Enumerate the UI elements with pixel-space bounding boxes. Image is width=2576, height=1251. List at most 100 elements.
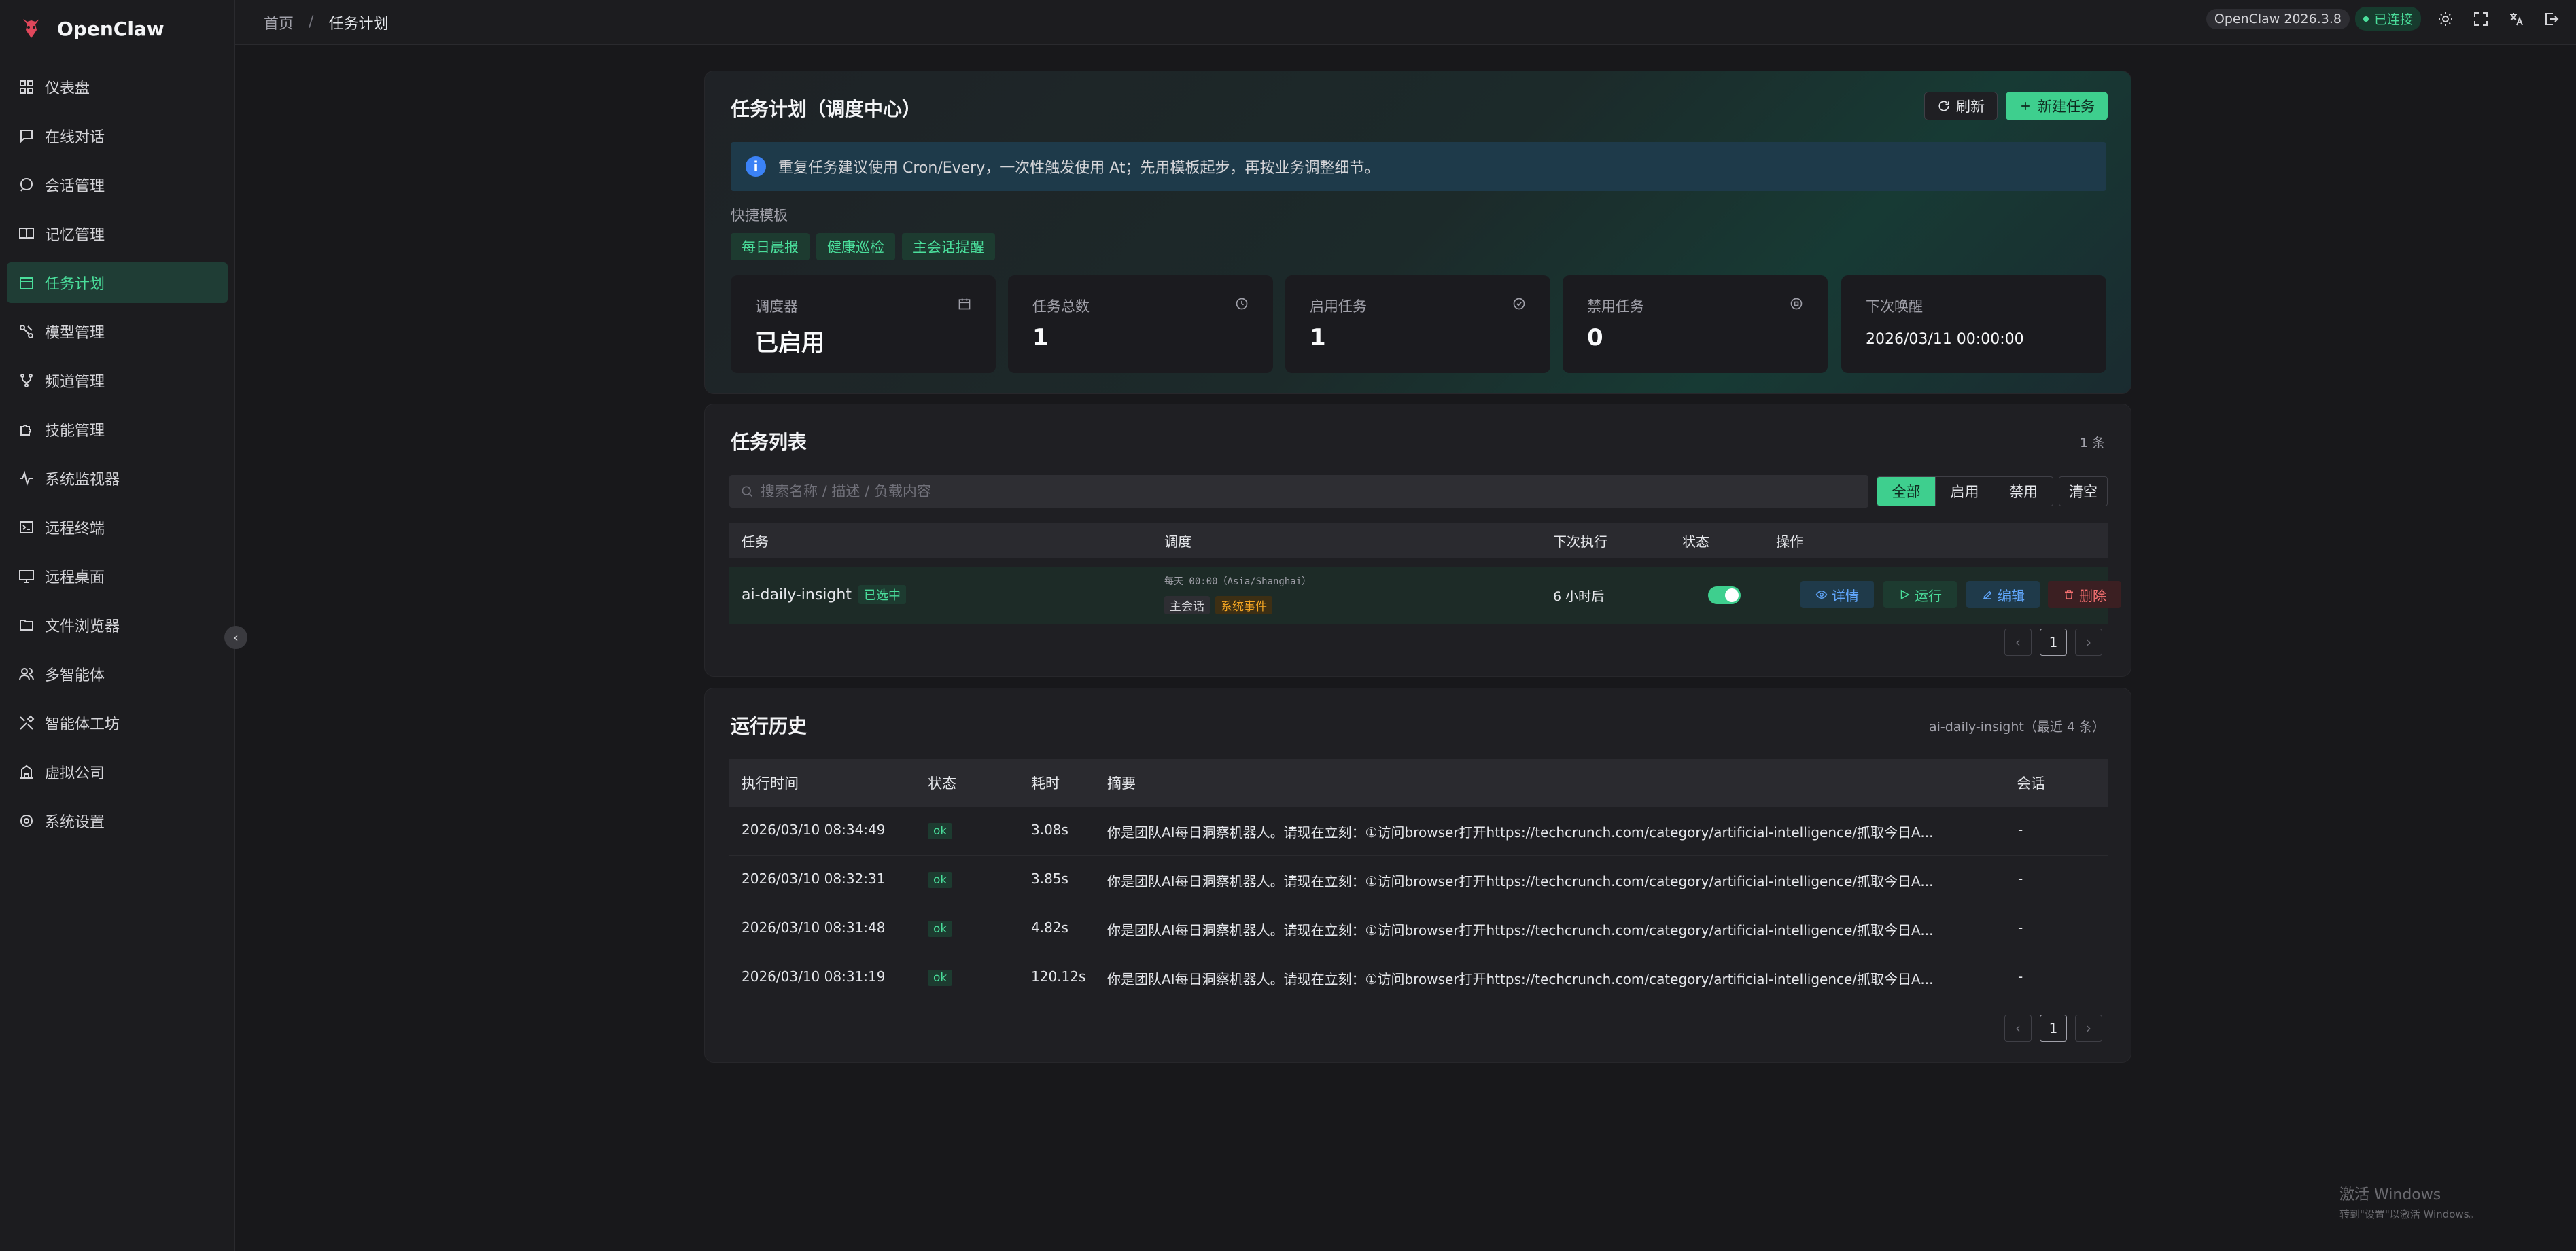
filter-all[interactable]: 全部 bbox=[1877, 477, 1936, 506]
refresh-icon bbox=[1938, 101, 1949, 111]
sidebar-item-channels[interactable]: 频道管理 bbox=[7, 360, 228, 401]
breadcrumb-home[interactable]: 首页 bbox=[264, 12, 294, 33]
stat-scheduler: 调度器 已启用 bbox=[731, 275, 996, 373]
sidebar-item-multi-agent[interactable]: 多智能体 bbox=[7, 654, 228, 694]
brand[interactable]: OpenClaw bbox=[0, 0, 234, 57]
sidebar-item-label: 智能体工坊 bbox=[45, 716, 120, 733]
translate-icon[interactable] bbox=[2505, 8, 2527, 30]
table-row[interactable]: 2026/03/10 08:31:48 ok 4.82s 你是团队AI每日洞察机… bbox=[729, 904, 2108, 953]
stat-value: 已启用 bbox=[755, 330, 824, 357]
run-button[interactable]: 运行 bbox=[1883, 581, 1957, 608]
sidebar-item-label: 频道管理 bbox=[45, 374, 105, 391]
column-task: 任务 bbox=[742, 533, 769, 550]
edit-button[interactable]: 编辑 bbox=[1966, 581, 2040, 608]
search-input[interactable] bbox=[761, 483, 1848, 499]
page-number[interactable]: 1 bbox=[2040, 629, 2067, 656]
clock-icon bbox=[1235, 297, 1249, 311]
chat-icon bbox=[18, 127, 35, 145]
status-filter: 全部 启用 禁用 bbox=[1877, 476, 2053, 506]
logout-icon[interactable] bbox=[2541, 8, 2562, 30]
monitor-icon bbox=[18, 567, 35, 585]
sidebar-item-memory[interactable]: 记忆管理 bbox=[7, 213, 228, 254]
sun-icon[interactable] bbox=[2435, 8, 2456, 30]
book-icon bbox=[18, 225, 35, 243]
watermark-line1: 激活 Windows bbox=[2339, 1186, 2441, 1203]
plus-icon bbox=[2021, 102, 2030, 110]
exec-time: 2026/03/10 08:31:19 bbox=[742, 968, 886, 985]
sidebar-item-chat[interactable]: 在线对话 bbox=[7, 116, 228, 156]
duration: 4.82s bbox=[1031, 919, 1068, 936]
filter-enabled[interactable]: 启用 bbox=[1936, 477, 1994, 506]
stat-value: 1 bbox=[1310, 324, 1326, 351]
sidebar-item-files[interactable]: 文件浏览器 bbox=[7, 605, 228, 646]
watermark-line2: 转到"设置"以激活 Windows。 bbox=[2339, 1208, 2479, 1220]
table-row[interactable]: 2026/03/10 08:34:49 ok 3.08s 你是团队AI每日洞察机… bbox=[729, 807, 2108, 856]
template-main-session-reminder[interactable]: 主会话提醒 bbox=[902, 233, 995, 260]
sidebar-item-tasks[interactable]: 任务计划 bbox=[7, 262, 228, 303]
sidebar-item-models[interactable]: 模型管理 bbox=[7, 311, 228, 352]
clear-button[interactable]: 清空 bbox=[2059, 476, 2108, 506]
prev-page-button[interactable]: ‹ bbox=[2004, 1015, 2032, 1042]
task-name-cell: ai-daily-insight 已选中 bbox=[742, 585, 906, 604]
table-row[interactable]: 2026/03/10 08:31:19 ok 120.12s 你是团队AI每日洞… bbox=[729, 953, 2108, 1002]
sidebar-collapse-button[interactable]: ‹ bbox=[224, 626, 247, 649]
column-next-run: 下次执行 bbox=[1553, 533, 1607, 550]
column-session: 会话 bbox=[2017, 775, 2045, 792]
details-button[interactable]: 详情 bbox=[1800, 581, 1874, 608]
breadcrumb-separator: / bbox=[309, 14, 314, 31]
column-status: 状态 bbox=[928, 775, 956, 792]
status-ok: ok bbox=[928, 823, 953, 839]
gear-icon bbox=[18, 812, 35, 830]
sidebar-item-agent-workshop[interactable]: 智能体工坊 bbox=[7, 703, 228, 743]
main-session-tag: 主会话 bbox=[1164, 596, 1210, 614]
sidebar-item-dashboard[interactable]: 仪表盘 bbox=[7, 67, 228, 107]
enabled-toggle[interactable] bbox=[1708, 586, 1741, 604]
search-field[interactable] bbox=[729, 475, 1868, 508]
filter-disabled[interactable]: 禁用 bbox=[1994, 477, 2053, 506]
edit-label: 编辑 bbox=[1998, 587, 2025, 604]
stat-value: 0 bbox=[1587, 324, 1603, 351]
app-name: OpenClaw bbox=[57, 17, 164, 40]
stop-circle-icon bbox=[1790, 297, 1803, 311]
openclaw-logo-icon bbox=[23, 19, 39, 38]
sidebar-item-virtual-company[interactable]: 虚拟公司 bbox=[7, 752, 228, 792]
trash-icon bbox=[2065, 590, 2073, 599]
column-exec-time: 执行时间 bbox=[742, 775, 799, 792]
page-number[interactable]: 1 bbox=[2040, 1015, 2067, 1042]
template-daily-report[interactable]: 每日晨报 bbox=[731, 233, 810, 260]
task-list-card: 任务列表 1 条 全部 启用 禁用 清空 任务 调度 下次执行 状态 操作 ai… bbox=[704, 404, 2131, 677]
session: - bbox=[2018, 968, 2023, 985]
new-task-button[interactable]: 新建任务 bbox=[2006, 92, 2108, 120]
status-ok: ok bbox=[928, 872, 953, 888]
refresh-button[interactable]: 刷新 bbox=[1924, 92, 1998, 120]
windows-activation-watermark: 激活 Windows 转到"设置"以激活 Windows。 bbox=[2339, 1182, 2479, 1221]
template-health-check[interactable]: 健康巡检 bbox=[816, 233, 895, 260]
eye-icon bbox=[1815, 590, 1828, 599]
status-dot-icon bbox=[2363, 16, 2369, 22]
table-row[interactable]: 2026/03/10 08:32:31 ok 3.85s 你是团队AI每日洞察机… bbox=[729, 856, 2108, 904]
column-summary: 摘要 bbox=[1107, 775, 1136, 792]
sidebar-item-settings[interactable]: 系统设置 bbox=[7, 800, 228, 841]
breadcrumb: 首页 / 任务计划 bbox=[264, 12, 388, 33]
next-run: 6 小时后 bbox=[1553, 589, 1605, 604]
sidebar-item-sessions[interactable]: 会话管理 bbox=[7, 164, 228, 205]
prev-page-button[interactable]: ‹ bbox=[2004, 629, 2032, 656]
summary: 你是团队AI每日洞察机器人。请现在立刻：①访问browser打开https://… bbox=[1107, 873, 1934, 889]
calendar-icon bbox=[18, 274, 35, 292]
folder-icon bbox=[18, 616, 35, 634]
table-row[interactable]: ai-daily-insight 已选中 每天 00:00（Asia/Shangh… bbox=[729, 567, 2121, 624]
next-page-button[interactable]: › bbox=[2075, 1015, 2102, 1042]
sidebar-item-monitor[interactable]: 系统监视器 bbox=[7, 458, 228, 499]
task-name: ai-daily-insight bbox=[742, 586, 852, 603]
sidebar-item-terminal[interactable]: 远程终端 bbox=[7, 507, 228, 548]
sidebar-item-desktop[interactable]: 远程桌面 bbox=[7, 556, 228, 597]
sidebar-item-label: 仪表盘 bbox=[45, 80, 90, 97]
stat-value: 2026/03/11 00:00:00 bbox=[1866, 331, 2024, 348]
sidebar-item-skills[interactable]: 技能管理 bbox=[7, 409, 228, 450]
delete-button[interactable]: 删除 bbox=[2048, 581, 2121, 608]
next-page-button[interactable]: › bbox=[2075, 629, 2102, 656]
summary: 你是团队AI每日洞察机器人。请现在立刻：①访问browser打开https://… bbox=[1107, 824, 1934, 841]
system-event-tag: 系统事件 bbox=[1215, 596, 1272, 614]
duration: 3.85s bbox=[1031, 870, 1068, 887]
fullscreen-icon[interactable] bbox=[2470, 8, 2492, 30]
